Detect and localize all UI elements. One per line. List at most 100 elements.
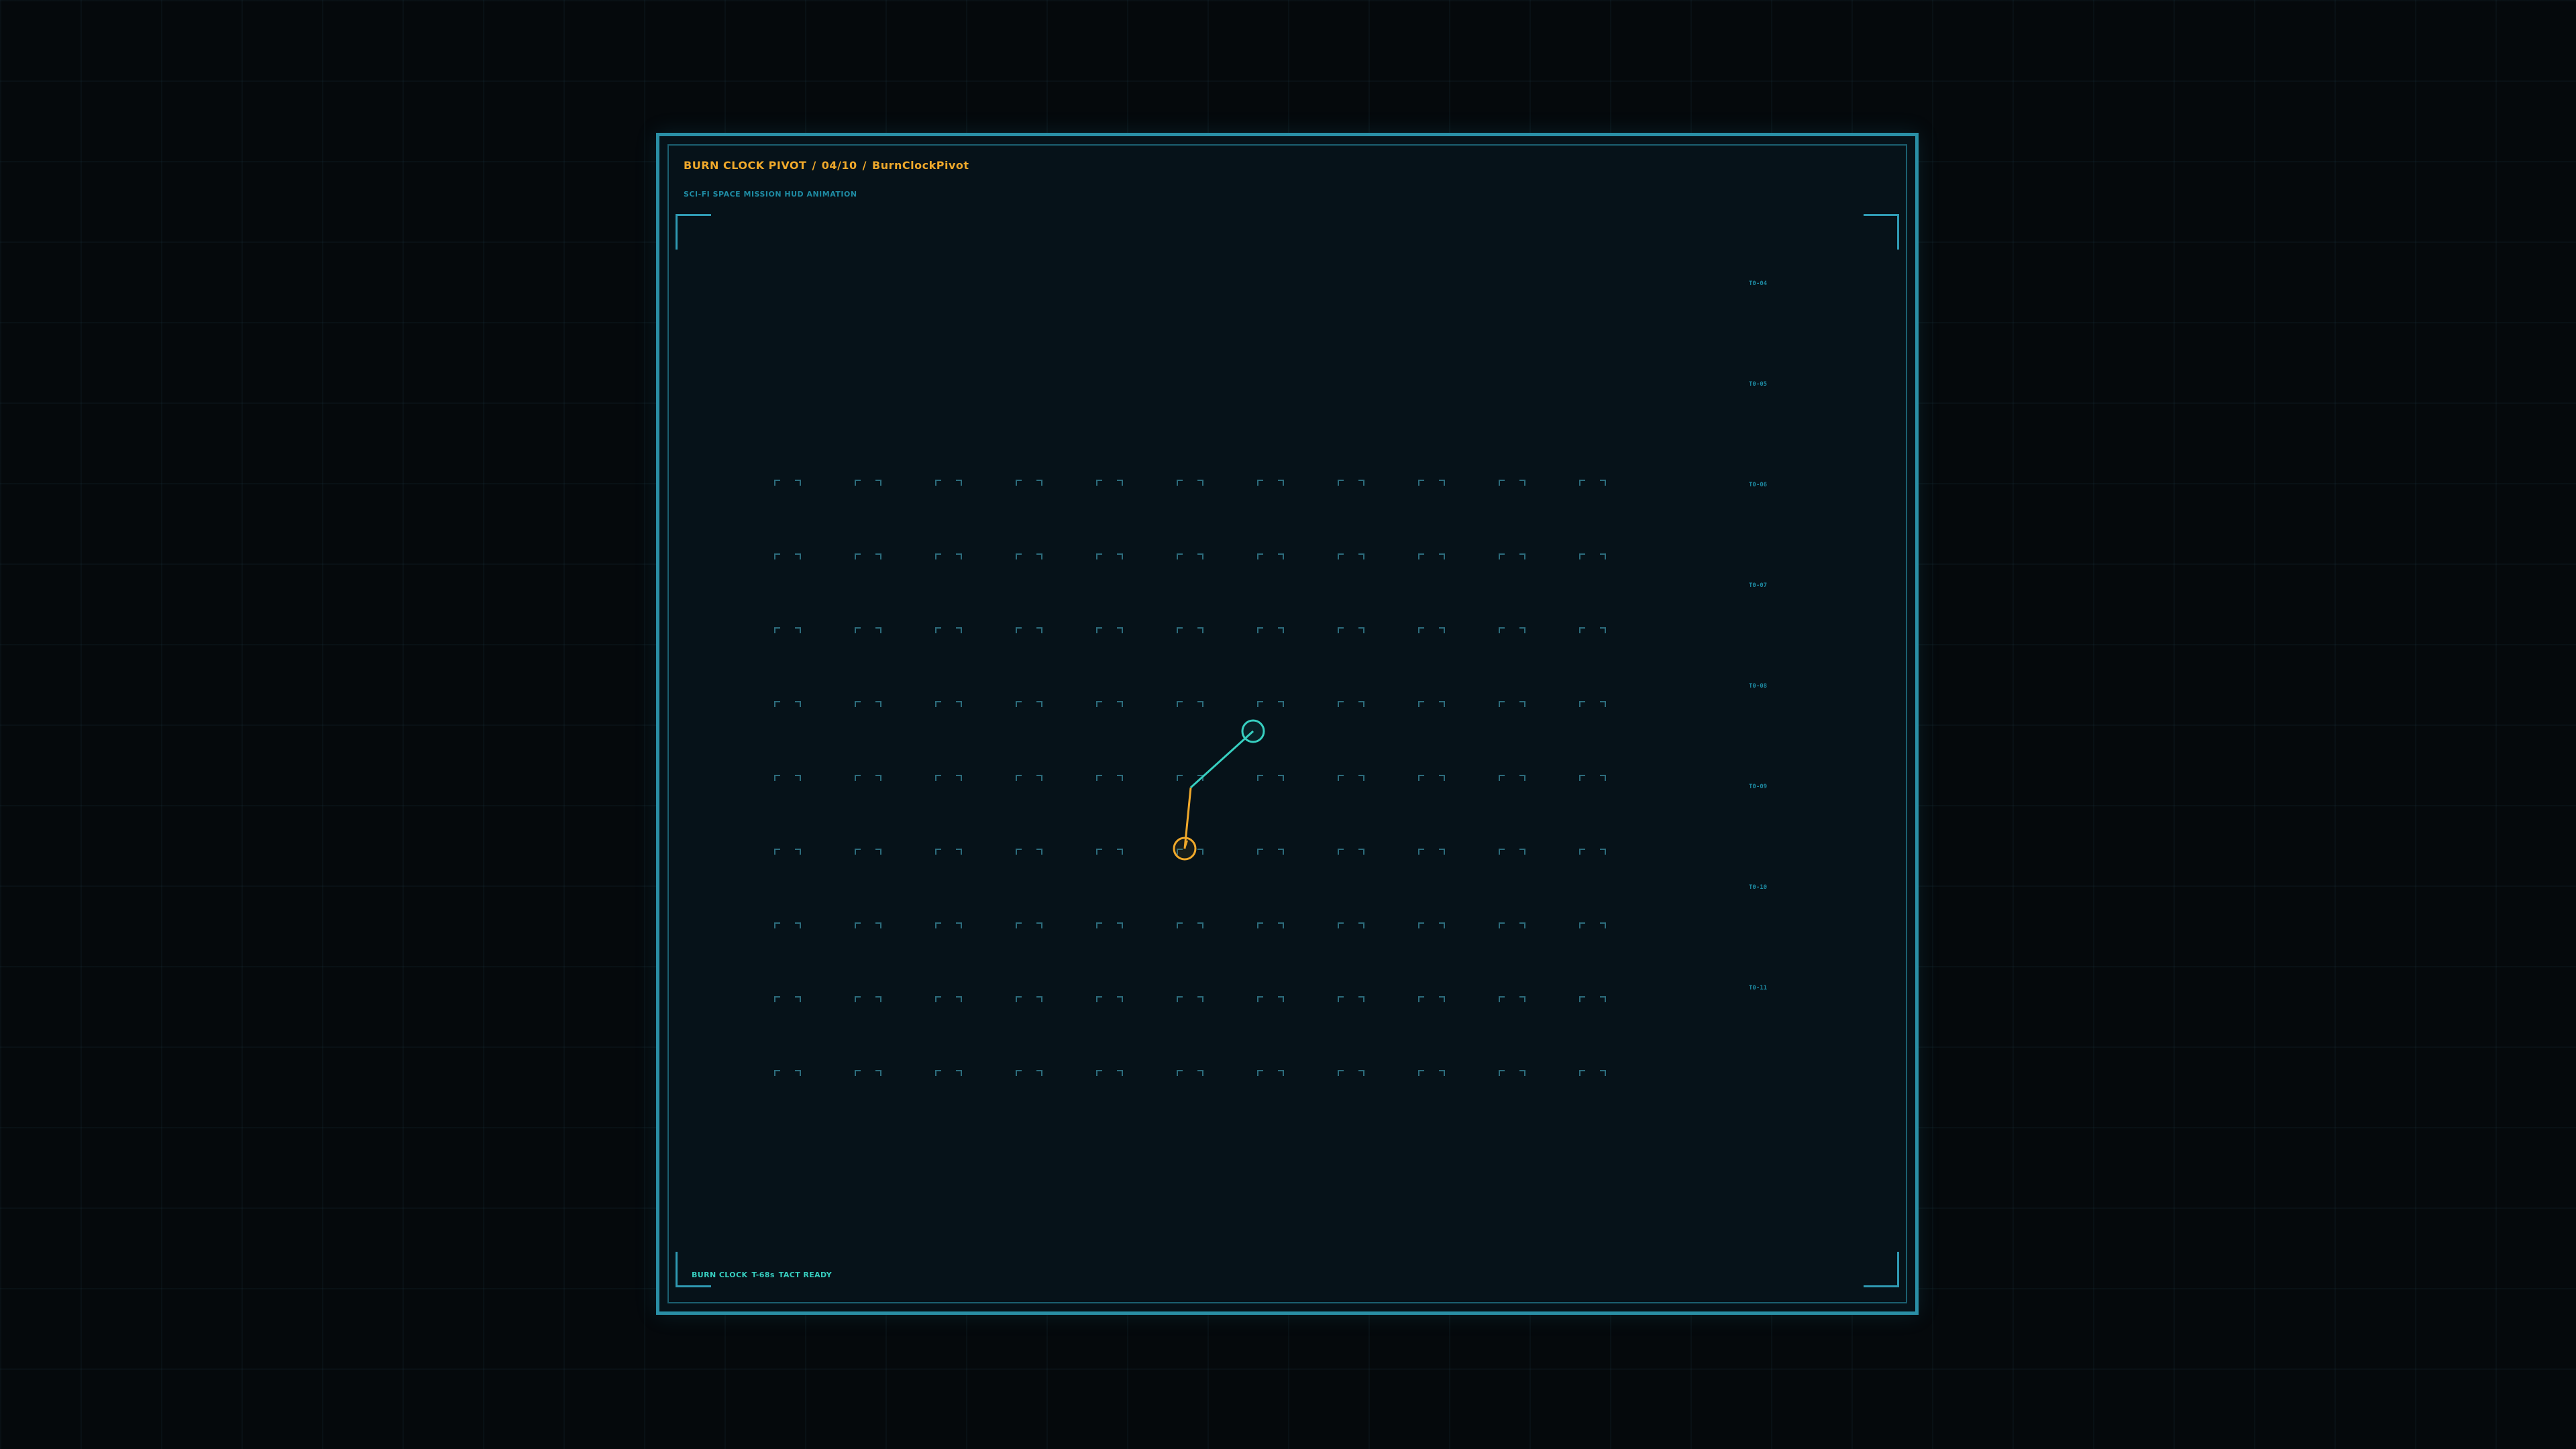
- grid-marker: [1177, 553, 1203, 559]
- grid-marker: [1338, 480, 1364, 486]
- grid-marker: [1257, 480, 1284, 486]
- grid-marker: [1096, 922, 1123, 928]
- grid-marker: [1418, 1070, 1445, 1076]
- grid-marker: [1418, 922, 1445, 928]
- grid-marker: [1257, 701, 1284, 707]
- grid-marker: [1338, 553, 1364, 559]
- grid-marker: [1338, 996, 1364, 1002]
- grid-marker: [1177, 480, 1203, 486]
- grid-marker: [1177, 1070, 1203, 1076]
- grid-marker: [1418, 775, 1445, 781]
- grid-marker: [1579, 996, 1606, 1002]
- scale-tick-label: T0-06: [1749, 482, 1767, 488]
- grid-marker: [1418, 996, 1445, 1002]
- grid-marker: [855, 627, 881, 633]
- grid-marker: [935, 775, 962, 781]
- grid-marker: [1579, 627, 1606, 633]
- grid-marker: [1257, 1070, 1284, 1076]
- grid-marker: [1177, 922, 1203, 928]
- grid-marker: [774, 1070, 801, 1076]
- pivot-arm: [1183, 730, 1254, 849]
- grid-marker: [1499, 480, 1525, 486]
- grid-marker: [1257, 627, 1284, 633]
- grid-marker: [1499, 922, 1525, 928]
- scale-tick-label: T0-07: [1749, 582, 1767, 589]
- status-countdown: T-68s: [751, 1271, 775, 1279]
- grid-marker: [855, 701, 881, 707]
- status-label: BURN CLOCK: [692, 1271, 748, 1279]
- status-readout: BURN CLOCK T-68s TACT READY: [692, 1271, 836, 1279]
- grid-marker: [1499, 775, 1525, 781]
- scale-tick-label: T0-11: [1749, 985, 1767, 991]
- amber-ring-icon: [1173, 837, 1197, 861]
- grid-marker: [1418, 480, 1445, 486]
- grid-marker: [1338, 922, 1364, 928]
- grid-markers: [774, 480, 1606, 1076]
- teal-ring-icon: [1241, 719, 1265, 743]
- hud-canvas: T0-04 T0-05 T0-06 T0-07 T0-08 T0-09 T0-10 T0-11: [774, 280, 1768, 1076]
- grid-marker: [935, 849, 962, 855]
- grid-marker: [935, 922, 962, 928]
- grid-marker: [1096, 849, 1123, 855]
- grid-marker: [1418, 701, 1445, 707]
- pivot-arm-upper: [1189, 730, 1254, 789]
- grid-marker: [935, 553, 962, 559]
- scale-ticks: T0-04 T0-05 T0-06 T0-07 T0-08 T0-09 T0-10 T0-11: [1749, 280, 1768, 991]
- grid-marker: [1257, 775, 1284, 781]
- grid-marker: [774, 849, 801, 855]
- grid-marker: [935, 996, 962, 1002]
- grid-marker: [935, 1070, 962, 1076]
- grid-marker: [1016, 1070, 1042, 1076]
- grid-marker: [1579, 849, 1606, 855]
- grid-marker: [1257, 922, 1284, 928]
- grid-marker: [1177, 701, 1203, 707]
- scale-tick-label: T0-08: [1749, 683, 1767, 690]
- grid-marker: [1016, 480, 1042, 486]
- grid-marker: [1177, 996, 1203, 1002]
- grid-marker: [774, 922, 801, 928]
- grid-marker: [1499, 1070, 1525, 1076]
- grid-marker: [774, 775, 801, 781]
- grid-marker: [1257, 996, 1284, 1002]
- scale-tick-label: T0-09: [1749, 784, 1767, 790]
- hud-frame: BURN CLOCK PIVOT/04/10/BurnClockPivot SC…: [656, 133, 1919, 1315]
- status-state: TACT READY: [778, 1271, 833, 1279]
- grid-marker: [1499, 996, 1525, 1002]
- grid-marker: [1338, 627, 1364, 633]
- grid-marker: [1096, 775, 1123, 781]
- grid-marker: [1096, 996, 1123, 1002]
- grid-marker: [1338, 775, 1364, 781]
- grid-marker: [855, 1070, 881, 1076]
- grid-marker: [1096, 1070, 1123, 1076]
- grid-marker: [774, 627, 801, 633]
- grid-marker: [1257, 553, 1284, 559]
- scale-tick-label: T0-10: [1749, 884, 1767, 891]
- grid-marker: [855, 922, 881, 928]
- grid-marker: [1257, 849, 1284, 855]
- grid-marker: [1499, 553, 1525, 559]
- grid-marker: [1338, 1070, 1364, 1076]
- grid-marker: [1016, 922, 1042, 928]
- grid-marker: [1016, 996, 1042, 1002]
- grid-marker: [855, 553, 881, 559]
- grid-marker: [1418, 553, 1445, 559]
- grid-marker: [1096, 701, 1123, 707]
- grid-marker: [1579, 480, 1606, 486]
- grid-marker: [1418, 849, 1445, 855]
- grid-marker: [774, 701, 801, 707]
- grid-marker: [855, 996, 881, 1002]
- grid-marker: [1096, 480, 1123, 486]
- grid-marker: [1579, 553, 1606, 559]
- grid-marker: [1579, 701, 1606, 707]
- grid-marker: [855, 775, 881, 781]
- grid-marker: [855, 480, 881, 486]
- grid-marker: [1579, 775, 1606, 781]
- grid-marker: [1096, 627, 1123, 633]
- grid-marker: [935, 480, 962, 486]
- grid-marker: [935, 627, 962, 633]
- grid-marker: [855, 849, 881, 855]
- grid-marker: [1338, 701, 1364, 707]
- grid-marker: [1418, 627, 1445, 633]
- scale-tick-label: T0-05: [1749, 381, 1767, 388]
- scale-tick-label: T0-04: [1749, 280, 1768, 287]
